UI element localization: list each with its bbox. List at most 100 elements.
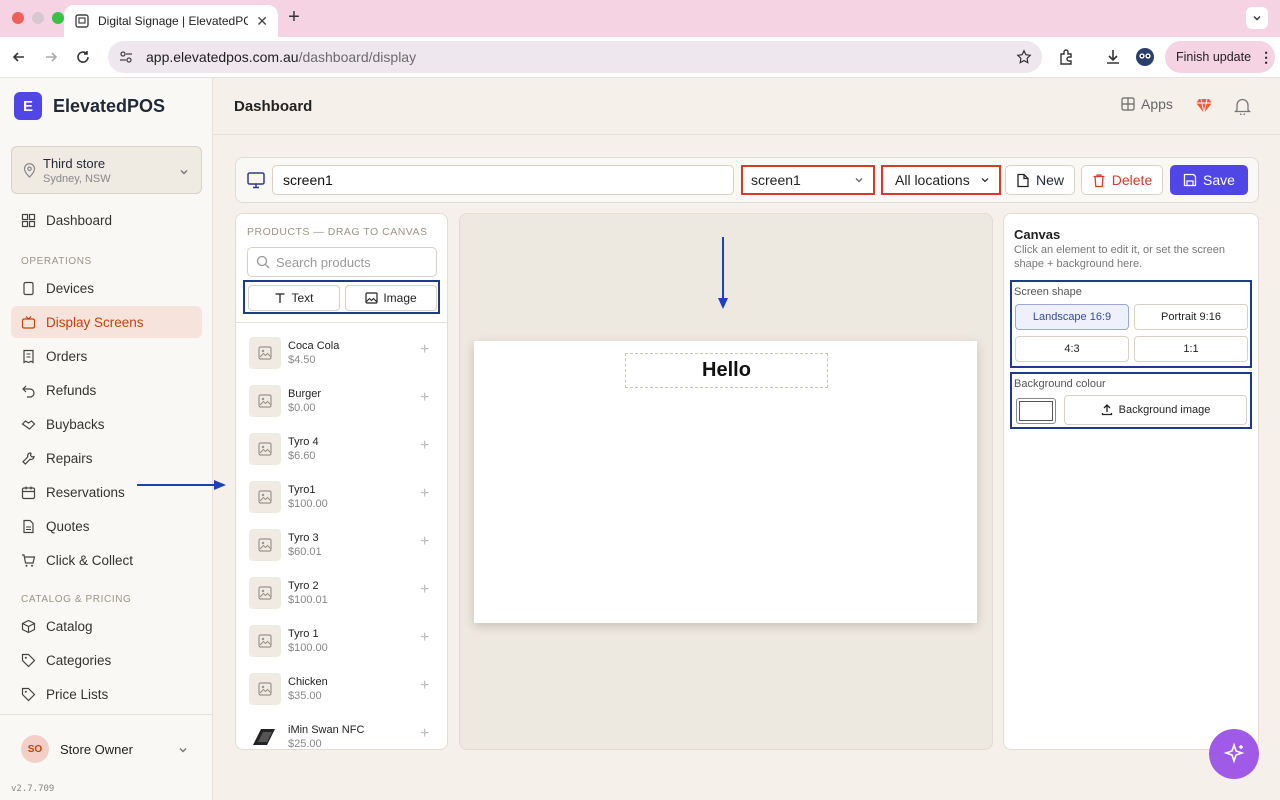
product-name: Tyro 2 <box>288 580 319 592</box>
canvas-text-element[interactable]: Hello <box>625 353 828 388</box>
product-thumbnail <box>249 577 281 609</box>
sidebar-item-categories[interactable]: Categories <box>11 644 202 676</box>
sidebar-item-label: Buybacks <box>46 416 105 432</box>
profile-avatar-icon <box>1136 48 1154 66</box>
avatar[interactable]: SO <box>21 735 49 763</box>
store-location: Sydney, NSW <box>43 173 111 185</box>
file-text-icon <box>23 519 34 533</box>
reload-button[interactable] <box>73 47 93 67</box>
extensions-button[interactable] <box>1056 47 1076 67</box>
minimize-window-button[interactable] <box>32 12 44 24</box>
add-product-button[interactable]: + <box>420 629 429 647</box>
sidebar-item-buybacks[interactable]: Buybacks <box>11 408 202 440</box>
shape-4-3-button[interactable]: 4:3 <box>1015 336 1129 362</box>
sidebar-item-orders[interactable]: Orders <box>11 340 202 372</box>
store-name: Third store <box>43 156 106 171</box>
browser-tabstrip: Digital Signage | ElevatedPOS ✕ + <box>0 0 1280 37</box>
sidebar-item-devices[interactable]: Devices <box>11 272 202 304</box>
add-product-button[interactable]: + <box>420 581 429 599</box>
address-bar[interactable]: app.elevatedpos.com.au/dashboard/display <box>108 41 1042 73</box>
product-item[interactable]: Tyro 4 $6.60 + <box>236 427 447 475</box>
shape-1-1-button[interactable]: 1:1 <box>1134 336 1248 362</box>
delete-button[interactable]: Delete <box>1081 165 1163 195</box>
search-input[interactable]: Search products <box>247 247 437 277</box>
add-product-button[interactable]: + <box>420 389 429 407</box>
image-placeholder-icon <box>258 442 272 456</box>
product-thumbnail <box>249 673 281 705</box>
sidebar-item-quotes[interactable]: Quotes <box>11 510 202 542</box>
profile-button[interactable] <box>1135 47 1155 67</box>
product-item[interactable]: Chicken $35.00 + <box>236 667 447 715</box>
back-button[interactable] <box>9 47 29 67</box>
product-item[interactable]: Tyro 1 $100.00 + <box>236 619 447 667</box>
close-tab-icon[interactable]: ✕ <box>256 13 268 30</box>
diamond-icon[interactable] <box>1195 97 1213 115</box>
sidebar-item-click-collect[interactable]: Click & Collect <box>11 544 202 576</box>
add-product-button[interactable]: + <box>420 437 429 455</box>
save-icon <box>1183 173 1197 187</box>
ai-assistant-button[interactable] <box>1209 729 1259 779</box>
sidebar-item-reservations[interactable]: Reservations <box>11 476 202 508</box>
screen-name-input[interactable] <box>272 165 734 195</box>
chevron-down-icon <box>855 178 863 183</box>
background-colour-swatch[interactable] <box>1016 398 1056 424</box>
save-button[interactable]: Save <box>1170 165 1248 195</box>
product-name: iMin Swan NFC <box>288 724 365 736</box>
downloads-button[interactable] <box>1103 47 1123 67</box>
location-pin-icon <box>23 163 36 178</box>
product-price: $100.00 <box>288 642 328 654</box>
screen-select[interactable]: screen1 <box>741 165 875 195</box>
new-tab-button[interactable]: + <box>284 7 304 28</box>
background-group: Background colour Background image <box>1010 372 1252 429</box>
sidebar-item-dashboard[interactable]: Dashboard <box>11 204 202 236</box>
product-item[interactable]: Tyro1 $100.00 + <box>236 475 447 523</box>
shape-landscape-button[interactable]: Landscape 16:9 <box>1015 304 1129 330</box>
background-image-button[interactable]: Background image <box>1064 395 1247 425</box>
product-item[interactable]: Tyro 2 $100.01 + <box>236 571 447 619</box>
product-item[interactable]: iMin Swan NFC $25.00 + <box>236 715 447 749</box>
site-info-icon[interactable] <box>118 49 134 65</box>
add-product-button[interactable]: + <box>420 725 429 743</box>
screen-select-value: screen1 <box>751 172 801 188</box>
store-selector[interactable]: Third store Sydney, NSW <box>11 146 202 194</box>
image-placeholder-icon <box>258 538 272 552</box>
close-window-button[interactable] <box>12 12 24 24</box>
add-product-button[interactable]: + <box>420 677 429 695</box>
bell-icon[interactable] <box>1234 97 1251 115</box>
forward-button[interactable] <box>41 47 61 67</box>
sidebar-item-display-screens[interactable]: Display Screens <box>11 306 202 338</box>
sidebar-item-repairs[interactable]: Repairs <box>11 442 202 474</box>
brand[interactable]: E ElevatedPOS <box>14 92 165 120</box>
properties-title: Canvas <box>1014 227 1061 242</box>
user-name[interactable]: Store Owner <box>60 742 133 757</box>
background-colour-label: Background colour <box>1014 378 1106 390</box>
save-label: Save <box>1203 172 1235 188</box>
new-button[interactable]: New <box>1005 165 1075 195</box>
browser-tab[interactable]: Digital Signage | ElevatedPOS ✕ <box>64 5 278 37</box>
add-image-button[interactable]: Image <box>345 285 437 311</box>
add-product-button[interactable]: + <box>420 485 429 503</box>
add-text-button[interactable]: Text <box>248 285 340 311</box>
sidebar-item-price-lists[interactable]: Price Lists <box>11 678 202 710</box>
product-thumbnail <box>249 721 281 749</box>
sidebar-item-refunds[interactable]: Refunds <box>11 374 202 406</box>
chevron-down-icon[interactable] <box>177 744 189 756</box>
sidebar-item-catalog[interactable]: Catalog <box>11 610 202 642</box>
add-product-button[interactable]: + <box>420 533 429 551</box>
product-item[interactable]: Burger $0.00 + <box>236 379 447 427</box>
add-product-button[interactable]: + <box>420 341 429 359</box>
location-select[interactable]: All locations <box>881 165 1001 195</box>
trash-icon <box>1093 173 1105 187</box>
product-item[interactable]: Tyro 3 $60.01 + <box>236 523 447 571</box>
product-item[interactable]: Coca Cola $4.50 + <box>236 331 447 379</box>
maximize-window-button[interactable] <box>52 12 64 24</box>
apps-button[interactable]: Apps <box>1121 96 1173 112</box>
product-name: Burger <box>288 388 322 400</box>
tab-search-button[interactable] <box>1246 7 1268 29</box>
shape-portrait-button[interactable]: Portrait 9:16 <box>1134 304 1248 330</box>
bookmark-star-icon[interactable] <box>1016 49 1032 65</box>
section-catalog-pricing: CATALOG & PRICING <box>21 594 132 605</box>
product-price: $35.00 <box>288 690 322 702</box>
brand-name: ElevatedPOS <box>53 95 166 116</box>
finish-update-button[interactable]: Finish update ⋮ <box>1165 41 1275 73</box>
